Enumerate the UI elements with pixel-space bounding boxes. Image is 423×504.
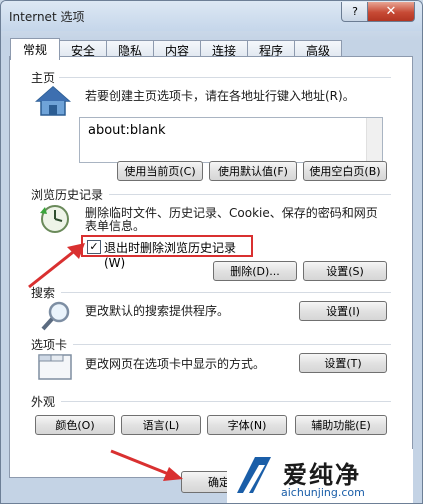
homepage-group-title: 主页	[31, 71, 56, 85]
help-button[interactable]: ?	[341, 2, 369, 22]
history-divider	[109, 194, 391, 195]
homepage-scrollbar[interactable]	[366, 118, 382, 162]
homepage-address-value: about:blank	[88, 123, 166, 138]
colors-button[interactable]: 颜色(O)	[35, 415, 115, 435]
window-title: Internet 选项	[9, 10, 85, 24]
watermark-url: aichunjing.com	[281, 486, 365, 499]
history-settings-button[interactable]: 设置(S)	[303, 261, 387, 281]
delete-history-button[interactable]: 删除(D)...	[213, 261, 297, 281]
history-group-title: 浏览历史记录	[31, 188, 104, 202]
search-description: 更改默认的搜索提供程序。	[85, 304, 230, 318]
red-arrow-ok-icon	[110, 449, 183, 481]
appearance-divider	[61, 401, 391, 402]
close-button[interactable]: ✕	[367, 2, 415, 22]
fonts-button[interactable]: 字体(N)	[207, 415, 287, 435]
watermark-brand: 爱纯净	[283, 461, 361, 489]
watermark-logo-icon	[237, 457, 271, 493]
tab-general[interactable]: 常规	[10, 38, 60, 60]
delete-on-exit-highlight: ✓ 退出时删除浏览历史记录(W)	[81, 235, 253, 270]
house-icon	[35, 86, 71, 116]
search-divider	[61, 292, 391, 293]
internet-options-window: Internet 选项 ? ✕ 常规 安全 隐私 内容 连接 程序 高级 主页 …	[0, 0, 423, 504]
tabs-description: 更改网页在选项卡中显示的方式。	[85, 357, 266, 371]
use-blank-button[interactable]: 使用空白页(B)	[303, 161, 387, 181]
history-description-line2: 表单信息。	[85, 219, 146, 233]
use-current-button[interactable]: 使用当前页(C)	[117, 161, 203, 181]
accessibility-button[interactable]: 辅助功能(E)	[295, 415, 387, 435]
homepage-divider	[59, 77, 391, 78]
tabs-window-icon	[38, 354, 72, 380]
homepage-address-input[interactable]: about:blank	[79, 117, 383, 163]
homepage-description: 若要创建主页选项卡，请在各地址行键入地址(R)。	[85, 89, 355, 103]
search-settings-button[interactable]: 设置(I)	[299, 301, 387, 321]
languages-button[interactable]: 语言(L)	[121, 415, 201, 435]
magnifier-icon	[41, 301, 70, 331]
title-bar: Internet 选项 ? ✕	[1, 1, 422, 31]
watermark: 爱纯净 aichunjing.com	[227, 449, 413, 503]
appearance-group-title: 外观	[31, 395, 56, 409]
tabs-divider	[73, 344, 391, 345]
use-default-button[interactable]: 使用默认值(F)	[209, 161, 297, 181]
clock-history-icon	[40, 205, 69, 233]
tabs-settings-button[interactable]: 设置(T)	[299, 353, 387, 373]
